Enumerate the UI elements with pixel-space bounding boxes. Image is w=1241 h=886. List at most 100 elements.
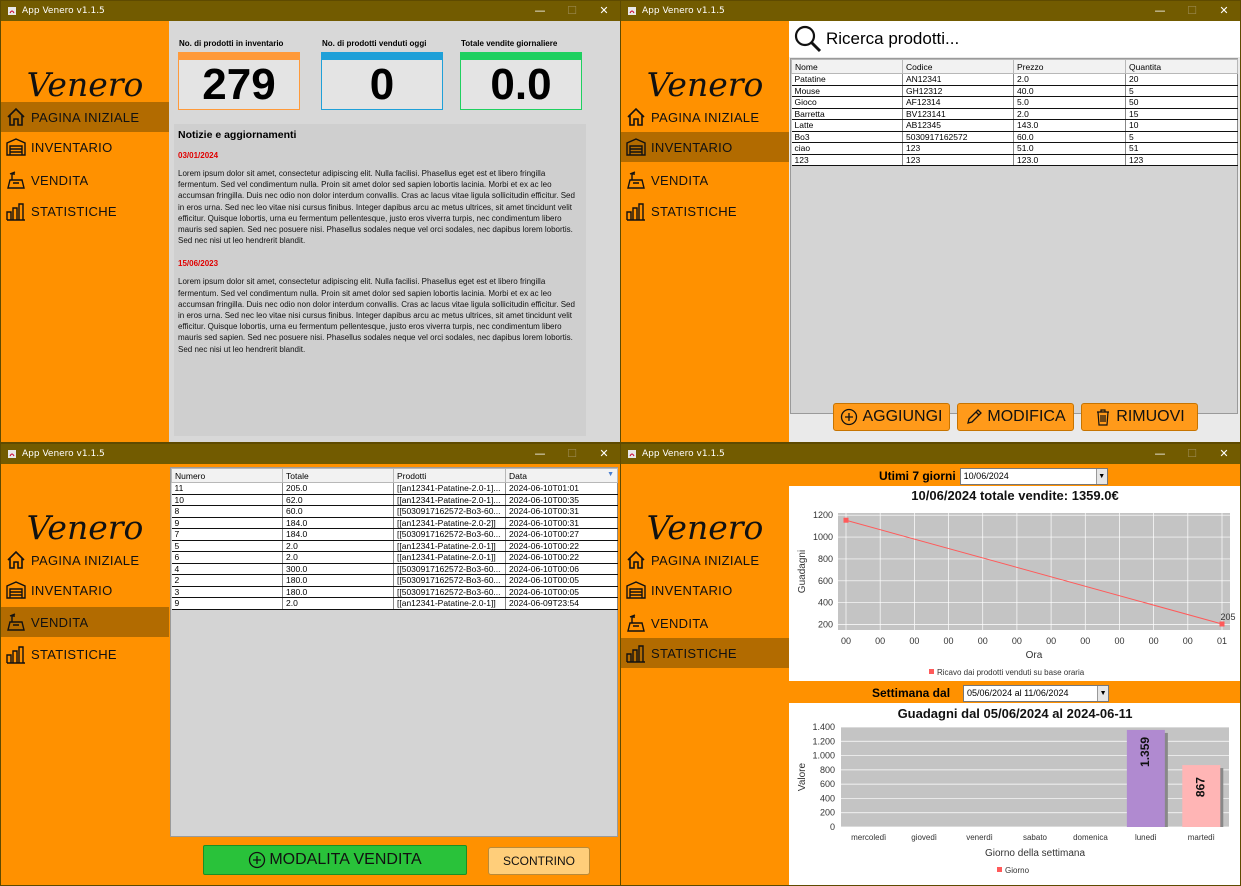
nav-inventory[interactable]: INVENTARIO <box>621 132 789 162</box>
nav-home[interactable]: PAGINA INIZIALE <box>621 102 789 132</box>
table-row[interactable]: Barretta BV123141 2.0 15 <box>791 108 1238 120</box>
minimize-button[interactable]: — <box>524 444 556 464</box>
nav-sales[interactable]: VENDITA <box>621 608 789 638</box>
table-row[interactable]: ciao 123 51.0 51 <box>791 142 1238 155</box>
search-input[interactable]: Ricerca prodotti... <box>826 29 959 49</box>
receipt-button[interactable]: SCONTRINO <box>488 847 590 875</box>
table-row[interactable]: 5 2.0 [[an12341-Patatine-2.0-1]] 2024-06-10… <box>171 540 618 552</box>
table-row[interactable]: Mouse GH12312 40.0 5 <box>791 85 1238 97</box>
sales-mode-button[interactable]: MODALITA VENDITA <box>203 845 467 875</box>
chevron-down-icon[interactable]: ▼ <box>1095 468 1107 484</box>
close-button[interactable]: ✕ <box>588 444 620 464</box>
close-button[interactable]: ✕ <box>588 1 620 21</box>
news-panel[interactable]: Notizie e aggiornamenti 03/01/2024 Lorem… <box>174 124 586 436</box>
column-header[interactable]: Totale <box>282 468 394 483</box>
close-button[interactable]: ✕ <box>1208 444 1240 464</box>
nav-home[interactable]: PAGINA INIZIALE <box>1 102 169 132</box>
column-header[interactable]: Prezzo <box>1013 59 1126 74</box>
table-row[interactable]: 3 180.0 [[5030917162572-Bo3-60... 2024-06-1… <box>171 586 618 598</box>
table-row[interactable]: Patatine AN12341 2.0 20 <box>791 73 1238 86</box>
chevron-down-icon[interactable]: ▼ <box>1097 685 1109 701</box>
nav-label: INVENTARIO <box>31 582 113 598</box>
column-header[interactable]: Prodotti <box>393 468 506 483</box>
home-icon <box>7 550 25 569</box>
table-row[interactable]: 4 300.0 [[5030917162572-Bo3-60... 2024-06-1… <box>171 563 618 575</box>
column-header[interactable]: Numero <box>171 468 283 483</box>
nav-home[interactable]: PAGINA INIZIALE <box>621 545 789 575</box>
close-button[interactable]: ✕ <box>1208 1 1240 21</box>
nav-inventory[interactable]: INVENTARIO <box>621 575 789 605</box>
table-row[interactable]: 123 123 123.0 123 <box>791 154 1238 166</box>
table-cell: [[an12341-Patatine-2.0-2]] <box>393 517 506 529</box>
column-header-sorted[interactable]: Data ▼ <box>505 468 618 483</box>
nav-statistics[interactable]: STATISTICHE <box>1 196 169 226</box>
nav-statistics[interactable]: STATISTICHE <box>1 639 169 669</box>
minimize-button[interactable]: — <box>524 1 556 21</box>
table-row[interactable]: 9 2.0 [[an12341-Patatine-2.0-1]] 2024-06-09… <box>171 597 618 610</box>
remove-button[interactable]: RIMUOVI <box>1081 403 1198 431</box>
table-header: Nome Codice Prezzo Quantita <box>791 59 1238 74</box>
maximize-button[interactable]: ☐ <box>1176 444 1208 464</box>
table-row[interactable]: 11 205.0 [[an12341-Patatine-2.0-1]... 2024-… <box>171 482 618 495</box>
minimize-button[interactable]: — <box>1144 1 1176 21</box>
table-row[interactable]: 10 62.0 [[an12341-Patatine-2.0-1]... 2024-0… <box>171 494 618 506</box>
search-icon[interactable] <box>793 24 823 54</box>
select-value: 10/06/2024 <box>963 470 1009 481</box>
edit-button[interactable]: MODIFICA <box>957 403 1074 431</box>
titlebar[interactable]: App Venero v1.1.5 — ☐ ✕ <box>621 444 1240 464</box>
nav-sales[interactable]: VENDITA <box>621 165 789 195</box>
nav-home[interactable]: PAGINA INIZIALE <box>1 545 169 575</box>
table-cell: AF12314 <box>902 96 1014 109</box>
maximize-button[interactable]: ☐ <box>556 444 588 464</box>
titlebar[interactable]: App Venero v1.1.5 — ☐ ✕ <box>621 1 1240 21</box>
table-row[interactable]: Gioco AF12314 5.0 50 <box>791 96 1238 109</box>
inventory-table-scroll[interactable]: Nome Codice Prezzo Quantita Patatine AN12… <box>790 58 1238 414</box>
table-row[interactable]: 6 2.0 [[an12341-Patatine-2.0-1]] 2024-06-10… <box>171 551 618 564</box>
table-row[interactable]: 8 60.0 [[5030917162572-Bo3-60... 2024-06-10… <box>171 505 618 518</box>
app-logo: Venero <box>646 508 764 547</box>
titlebar[interactable]: App Venero v1.1.5 — ☐ ✕ <box>1 444 620 464</box>
table-row[interactable]: Latte AB12345 143.0 10 <box>791 119 1238 132</box>
table-row[interactable]: 7 184.0 [[5030917162572-Bo3-60... 2024-06-1… <box>171 528 618 541</box>
nav-inventory[interactable]: INVENTARIO <box>1 132 169 162</box>
table-cell: 5 <box>171 540 283 552</box>
weekly-filter-bar: Settimana dal 05/06/2024 al 11/06/2024 ▼ <box>789 683 1240 703</box>
search-bar[interactable]: Ricerca prodotti... <box>789 21 1240 57</box>
y-tick-label: 200 <box>820 808 835 818</box>
table-cell: 2024-06-10T00:05 <box>505 574 618 587</box>
maximize-button[interactable]: ☐ <box>1176 1 1208 21</box>
nav-label: PAGINA INIZIALE <box>651 552 760 568</box>
nav-label: STATISTICHE <box>31 203 117 219</box>
table-cell: 2024-06-10T00:31 <box>505 517 618 529</box>
titlebar[interactable]: App Venero v1.1.5 — ☐ ✕ <box>1 1 620 21</box>
nav-statistics[interactable]: STATISTICHE <box>621 638 789 668</box>
nav-sales[interactable]: VENDITA <box>1 607 169 637</box>
add-button[interactable]: AGGIUNGI <box>833 403 950 431</box>
nav-inventory[interactable]: INVENTARIO <box>1 575 169 605</box>
window-statistics: App Venero v1.1.5 — ☐ ✕ Venero PAGINA IN… <box>620 443 1241 886</box>
daily-date-select[interactable]: 10/06/2024 ▼ <box>959 467 1108 485</box>
x-tick-label: 01 <box>1217 636 1227 646</box>
column-header[interactable]: Nome <box>791 59 903 74</box>
table-cell: 62.0 <box>282 494 394 506</box>
maximize-button[interactable]: ☐ <box>556 1 588 21</box>
card-value: 0 <box>321 52 443 110</box>
week-range-select[interactable]: 05/06/2024 al 11/06/2024 ▼ <box>963 684 1110 702</box>
nav-label: INVENTARIO <box>651 582 733 598</box>
nav-statistics[interactable]: STATISTICHE <box>621 196 789 226</box>
bar-chart-icon <box>6 646 25 664</box>
select-value: 05/06/2024 al 11/06/2024 <box>967 687 1069 698</box>
nav-sales[interactable]: VENDITA <box>1 165 169 195</box>
column-header[interactable]: Quantita <box>1125 59 1238 74</box>
news-date: 03/01/2024 <box>178 151 219 160</box>
column-header[interactable]: Codice <box>902 59 1014 74</box>
table-row[interactable]: 2 180.0 [[5030917162572-Bo3-60... 2024-06-1… <box>171 574 618 587</box>
window-home: App Venero v1.1.5 — ☐ ✕ Venero PAGINA IN… <box>0 0 621 443</box>
table-row[interactable]: 9 184.0 [[an12341-Patatine-2.0-2]] 2024-06-… <box>171 517 618 529</box>
table-cell: 15 <box>1125 108 1238 120</box>
home-icon <box>627 107 645 126</box>
minimize-button[interactable]: — <box>1144 444 1176 464</box>
table-cell: 2024-06-10T01:01 <box>505 482 618 495</box>
table-row[interactable]: Bo3 5030917162572 60.0 5 <box>791 131 1238 143</box>
sales-table-scroll[interactable]: Numero Totale Prodotti Data ▼ 11 205.0 [[an… <box>170 467 618 837</box>
